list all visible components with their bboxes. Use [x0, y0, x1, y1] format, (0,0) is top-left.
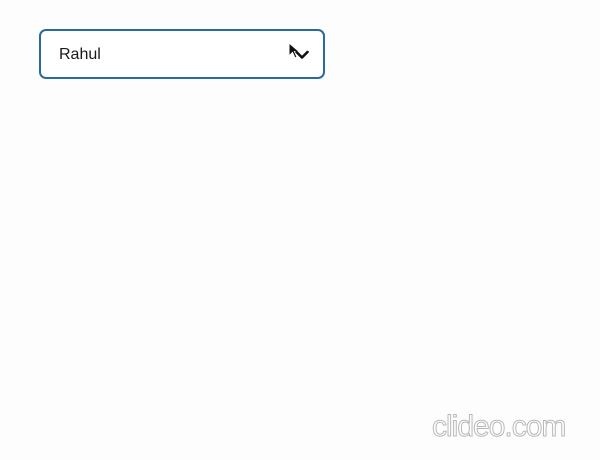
name-select[interactable]: Rahul — [39, 29, 325, 79]
chevron-down-icon[interactable] — [295, 50, 309, 60]
clideo-watermark: clideo.com — [431, 410, 566, 444]
select-selected-value: Rahul — [59, 46, 101, 63]
